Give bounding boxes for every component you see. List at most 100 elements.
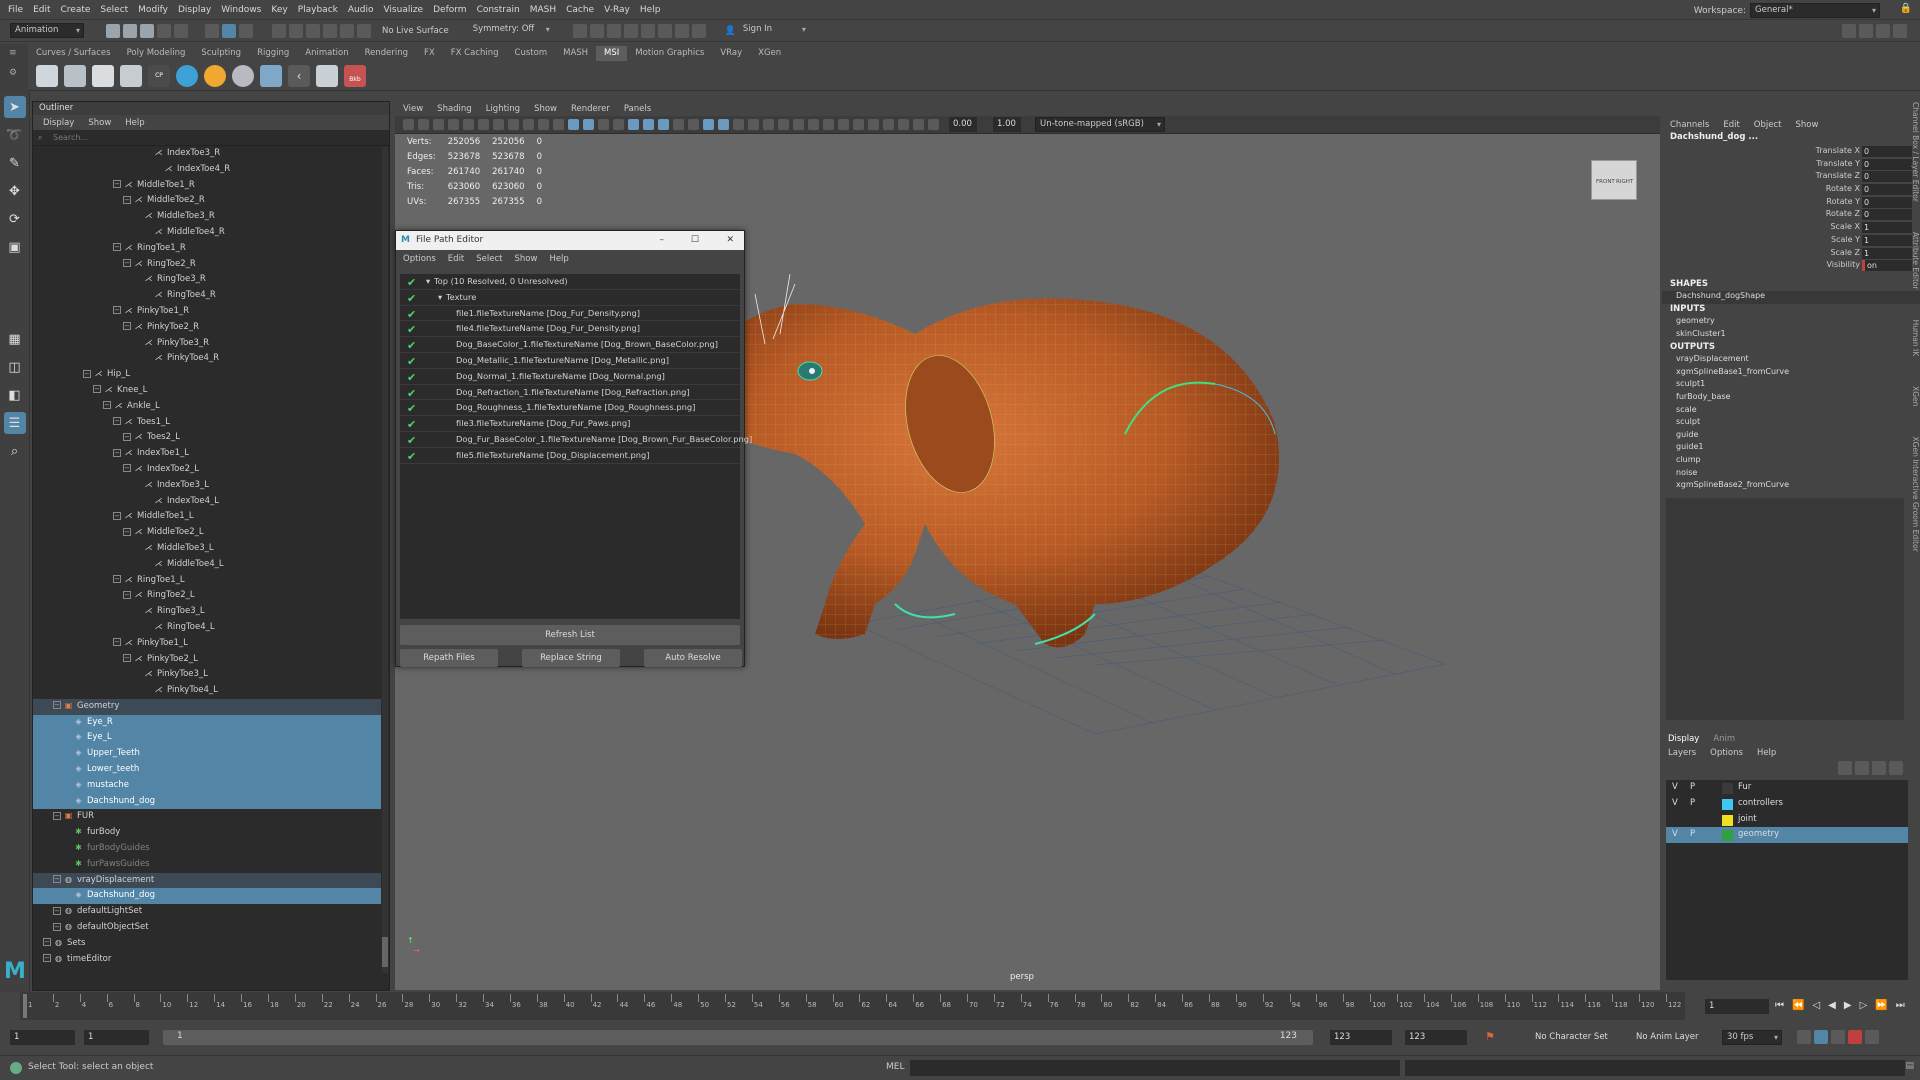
viewport-toolbar-icon[interactable] (433, 119, 444, 130)
viewport-menu-shading[interactable]: Shading (437, 104, 472, 114)
snap-curve-icon[interactable] (289, 23, 303, 38)
shelf-tab-motion-graphics[interactable]: Motion Graphics (627, 46, 712, 61)
step-back-frame-icon[interactable]: ◁ (1812, 1000, 1820, 1011)
attribute-value[interactable]: 1 (1862, 247, 1912, 259)
ipr-render-icon[interactable] (606, 23, 621, 38)
viewport-toolbar-icon[interactable] (463, 119, 474, 130)
tree-expand-icon[interactable]: − (103, 401, 111, 410)
viewport-toolbar-icon[interactable] (748, 119, 759, 130)
list-item[interactable]: ✔ Dog_Fur_BaseColor_1.fileTextureName [Do… (400, 432, 752, 448)
menu-item-help[interactable]: Help (640, 5, 661, 15)
tree-item[interactable]: ◈ Dachshund_dog (33, 888, 381, 905)
fpe-menu-help[interactable]: Help (549, 254, 568, 264)
playback-toggle[interactable]: P (1690, 827, 1695, 843)
mel-label[interactable]: MEL (886, 1062, 904, 1072)
menu-item-playback[interactable]: Playback (298, 5, 338, 15)
tree-expand-icon[interactable]: − (113, 306, 121, 315)
viewport-menu-panels[interactable]: Panels (624, 104, 651, 114)
viewport-toolbar-icon[interactable] (628, 119, 639, 130)
close-icon[interactable]: ✕ (726, 231, 734, 250)
layer-color-swatch[interactable] (1722, 798, 1733, 810)
menuset-dropdown[interactable]: Animation (10, 23, 84, 38)
tree-item[interactable]: − ⋌ Toes2_L (33, 430, 381, 446)
lasso-tool-icon[interactable]: ➰ (4, 124, 26, 146)
layer-menu-layers[interactable]: Layers (1668, 748, 1696, 758)
tree-item[interactable]: − ▣ Geometry (33, 698, 381, 715)
vray-render-icon[interactable] (674, 23, 689, 38)
viewport-toolbar-icon[interactable] (883, 119, 894, 130)
tree-expand-icon[interactable]: − (113, 243, 121, 252)
tree-item[interactable]: − ⋌ MiddleToe1_R (33, 178, 381, 194)
colorspace-dropdown[interactable]: Un-tone-mapped (sRGB) (1035, 117, 1165, 132)
menu-item-select[interactable]: Select (100, 5, 128, 15)
attribute-value[interactable]: 0 (1862, 209, 1912, 221)
viewport-menu-renderer[interactable]: Renderer (571, 104, 610, 114)
tree-expand-icon[interactable]: − (123, 527, 131, 536)
side-tab[interactable]: Human IK (1911, 320, 1920, 357)
list-item[interactable]: ✔ ▾ Texture (400, 290, 740, 306)
snap-view-plane-icon[interactable] (340, 23, 354, 38)
tree-item[interactable]: ◈ Dachshund_dog (33, 793, 381, 810)
viewport-menu-lighting[interactable]: Lighting (486, 104, 520, 114)
list-item[interactable]: ✔ Dog_Refraction_1.fileTextureName [Dog_R… (400, 385, 740, 401)
channel-attribute[interactable]: Scale Z1 (1662, 247, 1920, 261)
tree-item[interactable]: ⋌ RingToe3_R (33, 272, 381, 288)
shelf-tab-animation[interactable]: Animation (297, 46, 356, 61)
tree-item[interactable]: ◈ Eye_L (33, 730, 381, 747)
new-layer-selected-icon[interactable] (1889, 761, 1903, 775)
sphere-tool-icon[interactable] (204, 64, 226, 87)
tree-expand-icon[interactable]: − (113, 575, 121, 584)
menu-item-mash[interactable]: MASH (530, 5, 556, 15)
shelf-tab-fx[interactable]: FX (416, 46, 443, 61)
render-settings-icon[interactable] (623, 23, 638, 38)
viewport-toolbar-icon[interactable] (868, 119, 879, 130)
object-mode-icon[interactable] (222, 23, 236, 38)
viewport-toolbar-icon[interactable] (493, 119, 504, 130)
tree-item[interactable]: ⋌ RingToe4_L (33, 620, 381, 636)
viewport-toolbar-icon[interactable] (718, 119, 729, 130)
shelf-tab-curves-surfaces[interactable]: Curves / Surfaces (28, 46, 119, 61)
channel-menu-channels[interactable]: Channels (1670, 120, 1709, 130)
tree-expand-icon[interactable]: − (123, 259, 131, 268)
output-node[interactable]: xgmSplineBase2_fromCurve (1662, 480, 1920, 493)
rig-tool-icon[interactable] (316, 64, 338, 87)
attribute-value[interactable]: on (1862, 260, 1912, 272)
layout-view-icon[interactable]: ◧ (4, 384, 26, 406)
output-node[interactable]: furBody_base (1662, 392, 1920, 405)
shelf-tool-icon[interactable] (36, 64, 58, 87)
list-item[interactable]: ✔ Dog_Normal_1.fileTextureName [Dog_Norma… (400, 369, 740, 385)
two-view-icon[interactable]: ◫ (4, 356, 26, 378)
step-back-key-icon[interactable]: ⏪ (1792, 1000, 1804, 1011)
attribute-value[interactable]: 1 (1862, 222, 1912, 234)
tree-expand-icon[interactable]: ▾ (438, 290, 442, 306)
fpe-menu-edit[interactable]: Edit (448, 254, 464, 264)
list-item[interactable]: ✔ Dog_Roughness_1.fileTextureName [Dog_Ro… (400, 400, 740, 417)
tree-item[interactable]: ⋌ MiddleToe4_L (33, 557, 381, 573)
outliner-menu-help[interactable]: Help (125, 118, 144, 128)
tree-expand-icon[interactable]: − (53, 701, 61, 710)
layer-tab-anim[interactable]: Anim (1713, 734, 1735, 744)
render-region-icon[interactable] (572, 23, 587, 38)
shape-item[interactable]: Dachshund_dogShape (1662, 291, 1920, 304)
layer-color-swatch[interactable] (1722, 830, 1733, 842)
viewport-toolbar-icon[interactable] (913, 119, 924, 130)
viewport-toolbar-icon[interactable] (553, 119, 564, 130)
menu-item-constrain[interactable]: Constrain (477, 5, 520, 15)
channel-attribute[interactable]: Translate Y0 (1662, 158, 1920, 172)
workspace-dropdown[interactable]: General* (1750, 3, 1880, 18)
viewport-toolbar-icon[interactable] (418, 119, 429, 130)
tree-item[interactable]: − ⋌ RingToe2_L (33, 588, 381, 604)
attribute-value[interactable]: 0 (1862, 158, 1912, 170)
tree-item[interactable]: ◈ mustache (33, 777, 381, 794)
fpe-menu-show[interactable]: Show (515, 254, 538, 264)
layer-menu-options[interactable]: Options (1710, 748, 1743, 758)
open-scene-icon[interactable] (123, 23, 137, 38)
menu-item-modify[interactable]: Modify (138, 5, 168, 15)
output-node[interactable]: guide1 (1662, 442, 1920, 455)
sign-in-dropdown[interactable]: Sign In (738, 23, 809, 38)
gamma-field[interactable]: 1.00 (993, 117, 1021, 132)
fpe-menu-select[interactable]: Select (476, 254, 502, 264)
menu-item-edit[interactable]: Edit (33, 5, 50, 15)
shelf-menu-icon[interactable]: ≡ (9, 48, 17, 58)
tree-item[interactable]: − ⋌ RingToe2_R (33, 257, 381, 273)
